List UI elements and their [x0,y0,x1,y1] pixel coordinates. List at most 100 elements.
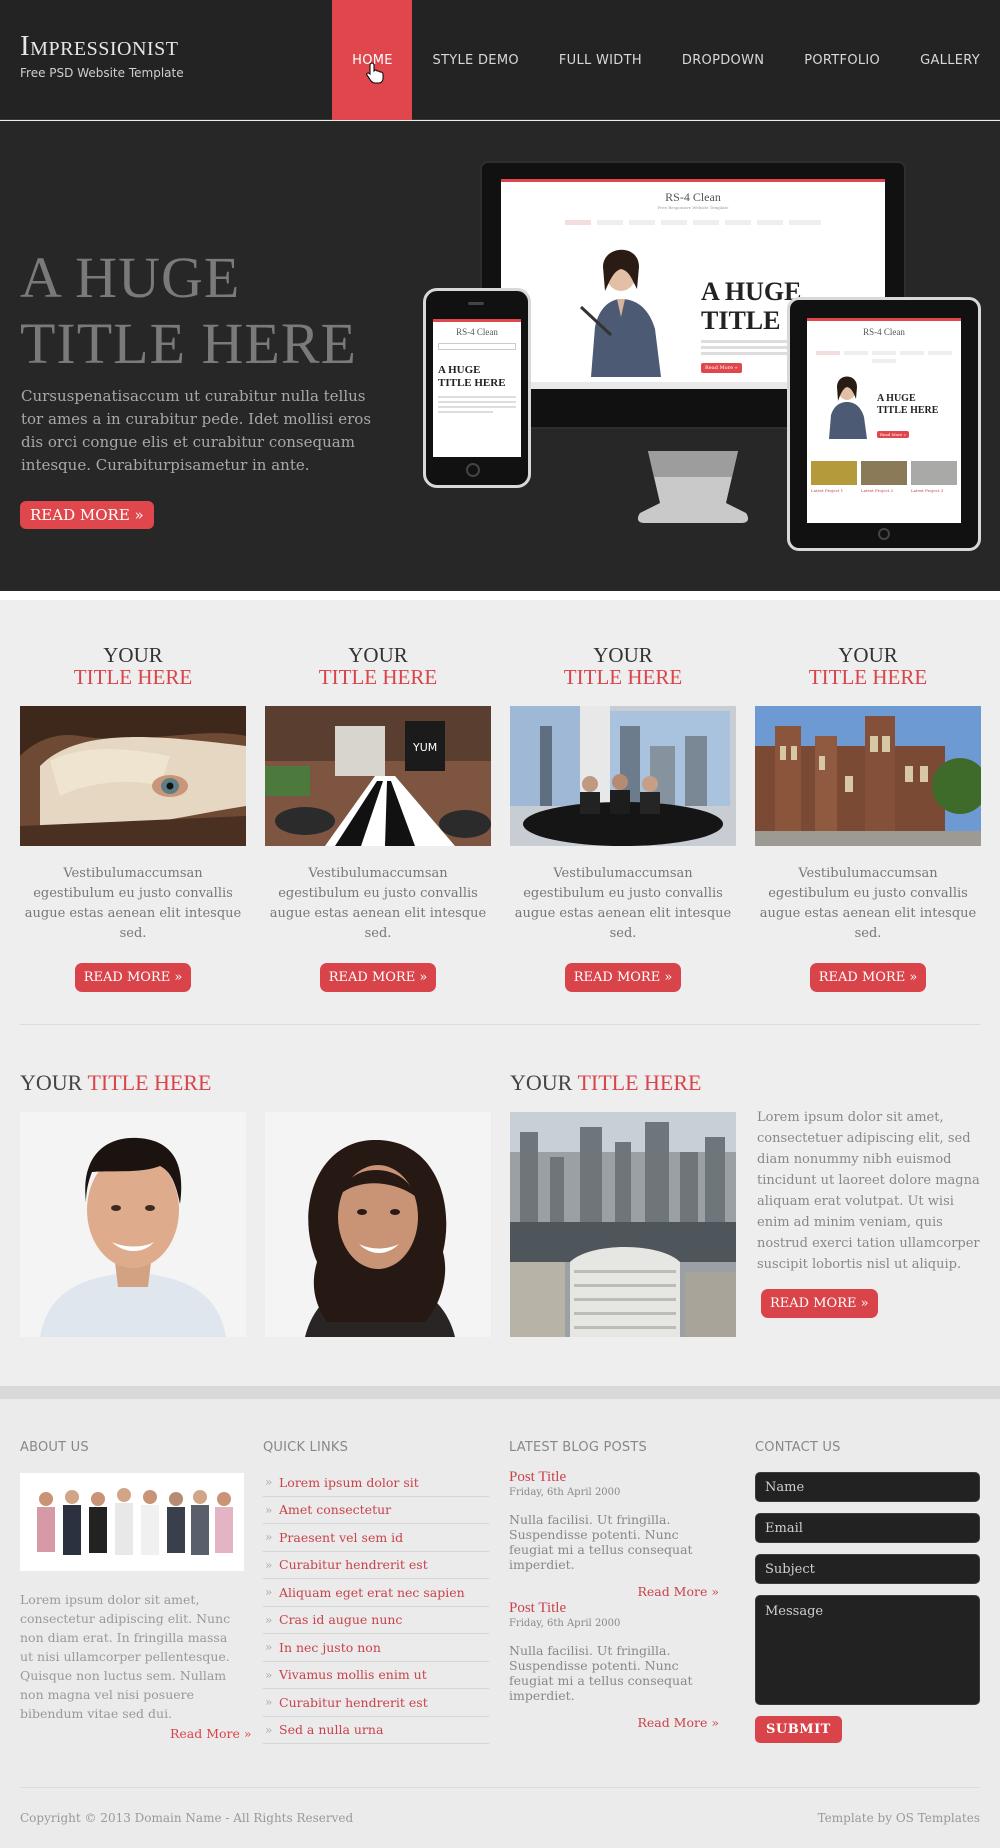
hero-read-more-button[interactable]: READ MORE » [20,501,154,529]
feature-title-a: YOUR [593,643,653,667]
feature-read-more-button[interactable]: READ MORE » [809,963,927,992]
section-title-a: YOUR [20,1070,88,1095]
logo[interactable]: Impressionist Free PSD Website Template [20,30,184,80]
feature-text: Vestibulumaccumsan egestibulum eu justo … [269,866,487,941]
tablet-site-name: RS-4 Clean [863,327,905,337]
quick-link[interactable]: Amet consectetur [263,1497,489,1524]
site-header: Impressionist Free PSD Website Template … [0,0,1000,120]
blog-heading: LATEST BLOG POSTS [509,1440,647,1455]
post-excerpt: Nulla facilisi. Ut fringilla. Suspendiss… [509,1643,693,1703]
monitor-mini-button: Read More » [701,363,742,373]
submit-button[interactable]: SUBMIT [755,1716,842,1743]
nav-full-width[interactable]: FULL WIDTH [539,0,662,120]
subject-field[interactable]: Subject [755,1554,980,1584]
monitor-site-name: RS-4 Clean [665,190,721,204]
post-read-more-link[interactable]: Read More » [509,1715,719,1730]
hero-text: Cursuspenatisaccum ut curabitur nulla te… [21,387,372,474]
college-building-photo[interactable] [755,706,981,846]
about-text: Lorem ipsum dolor sit amet, consectetur … [20,1592,231,1721]
feature-title: YOUR TITLE HERE [265,644,491,688]
city-section-text: Lorem ipsum dolor sit amet, consectetuer… [757,1110,980,1272]
city-read-more-button[interactable]: READ MORE » [761,1289,878,1318]
nav-gallery[interactable]: GALLERY [900,0,1000,120]
smartphone-mockup: RS-4 Clean A HUGE TITLE HERE [423,288,531,488]
feature-title-a: YOUR [348,643,408,667]
team-group-photo [20,1473,244,1571]
footer-contact: CONTACT US [755,1440,841,1455]
nav-home[interactable]: HOME [332,0,413,120]
quick-link[interactable]: Vivamus mollis enim ut [263,1662,489,1689]
name-field[interactable]: Name [755,1472,980,1502]
feature-title: YOUR TITLE HERE [510,644,736,688]
quick-link[interactable]: In nec justo non [263,1634,489,1662]
feature-text: Vestibulumaccumsan egestibulum eu justo … [24,866,242,941]
tablet-mockup: RS-4 Clean A HUGE TITLE HERE Read More » … [787,297,981,551]
post-title-link[interactable]: Post Title [509,1600,719,1617]
woman-portrait-photo[interactable] [265,1112,491,1337]
message-field[interactable]: Message [755,1595,980,1705]
team-section-title: YOUR TITLE HERE [20,1070,211,1096]
post-excerpt: Nulla facilisi. Ut fringilla. Suspendiss… [509,1512,693,1572]
tablet-woman-photo [829,376,867,439]
feature-title-b: TITLE HERE [808,665,928,689]
section-title-b: TITLE HERE [577,1070,702,1095]
footer-divider [20,1787,980,1788]
quick-link[interactable]: Curabitur hendrerit est [263,1689,489,1717]
quick-link[interactable]: Aliquam eget erat nec sapien [263,1579,489,1607]
footer-blog: LATEST BLOG POSTS [509,1440,647,1455]
quick-link[interactable]: Lorem ipsum dolor sit [263,1469,489,1497]
email-field[interactable]: Email [755,1513,980,1543]
nav-dropdown[interactable]: DROPDOWN [662,0,784,120]
footer-about: ABOUT US [20,1440,89,1455]
feature-title-a: YOUR [103,643,163,667]
main-nav: HOME STYLE DEMO FULL WIDTH DROPDOWN PORT… [332,0,1000,120]
feature-title-b: TITLE HERE [563,665,683,689]
post-title-link[interactable]: Post Title [509,1469,719,1486]
hero-title-line2: TITLE HERE [20,311,357,376]
post-read-more-link[interactable]: Read More » [509,1584,719,1599]
feature-card-4: YOUR TITLE HERE Vestibulumaccumsan egesti… [755,644,981,992]
blog-post-1: Post Title Friday, 6th April 2000 Nulla … [509,1469,719,1599]
about-read-more-link[interactable]: Read More » [170,1726,252,1741]
about-heading: ABOUT US [20,1440,89,1455]
quick-links-list: Lorem ipsum dolor sit Amet consectetur P… [263,1469,489,1744]
nav-style-demo[interactable]: STYLE DEMO [412,0,538,120]
man-portrait-photo[interactable] [20,1112,246,1337]
monitor-stand [637,451,749,523]
nav-portfolio[interactable]: PORTFOLIO [784,0,900,120]
tablet-thumb-label-2: Latest Project 2 [861,488,894,493]
phone-mini-title-line1: A HUGE [438,364,481,376]
quick-link[interactable]: Curabitur hendrerit est [263,1552,489,1579]
office-meeting-photo[interactable] [510,706,736,846]
restaurant-photo[interactable]: YUM [265,706,491,846]
hero-separator [0,591,1000,600]
brand-name[interactable]: Impressionist [20,30,184,63]
phone-mini-title-line2: TITLE HERE [438,377,506,389]
phone-site-name: RS-4 Clean [456,327,498,337]
footer-quick-links: QUICK LINKS [263,1440,348,1455]
template-credit-link[interactable]: Template by OS Templates [818,1811,980,1825]
tablet-thumb-label-3: Latest Project 3 [911,488,944,493]
tablet-thumb-label-1: Latest Project 1 [811,488,844,493]
tablet-screen: RS-4 Clean A HUGE TITLE HERE Read More » … [807,318,961,523]
feature-read-more-button[interactable]: READ MORE » [319,963,437,992]
quick-links-heading: QUICK LINKS [263,1440,349,1455]
phone-mini-title: A HUGE TITLE HERE [438,364,521,390]
monitor-woman-photo [579,249,661,377]
feature-card-1: YOUR TITLE HERE Vestibulumaccumsan egesti… [20,644,246,992]
svg-text:YUM: YUM [412,741,437,754]
brand-tagline: Free PSD Website Template [20,66,184,80]
quick-link[interactable]: Praesent vel sem id [263,1524,489,1552]
phone-screen: RS-4 Clean A HUGE TITLE HERE [433,319,521,457]
hero-section: A HUGE TITLE HERE Cursuspenatisaccum ut … [0,121,1000,591]
feature-read-more-button[interactable]: READ MORE » [74,963,192,992]
feature-title-b: TITLE HERE [318,665,438,689]
tablet-mini-title-line1: A HUGE [877,393,916,404]
quick-link[interactable]: Cras id augue nunc [263,1607,489,1634]
feature-title-a: YOUR [838,643,898,667]
feature-card-3: YOUR TITLE HERE Vestibulumaccumsan egesti… [510,644,736,992]
city-skyline-photo[interactable] [510,1112,736,1337]
woman-eye-photo[interactable] [20,706,246,846]
feature-read-more-button[interactable]: READ MORE » [564,963,682,992]
quick-link[interactable]: Sed a nulla urna [263,1717,489,1744]
